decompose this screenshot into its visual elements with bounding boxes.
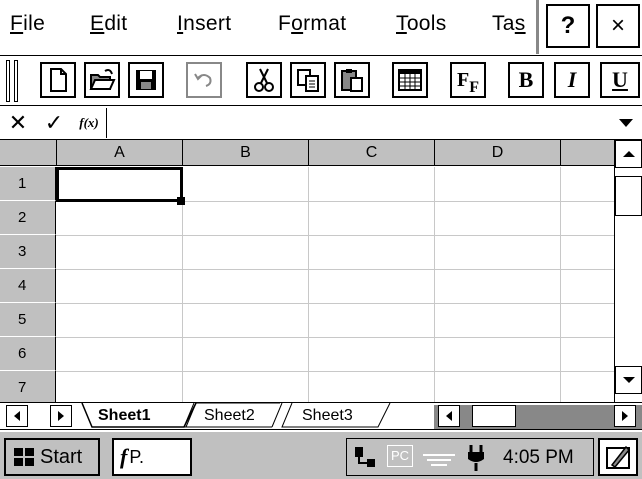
row-header-2[interactable]: 2 [0,201,56,235]
new-document-icon [50,68,67,92]
italic-button[interactable]: I [554,62,590,98]
column-header-b[interactable]: B [183,140,309,166]
open-folder-icon [89,69,116,90]
accept-entry-button[interactable]: ✓ [40,109,68,137]
row-header-4[interactable]: 4 [0,269,56,303]
clock[interactable]: 4:05 PM [503,447,574,469]
gridline [308,167,309,402]
active-cell-a1[interactable] [56,167,183,202]
open-button[interactable] [84,62,120,98]
column-header-c[interactable]: C [309,140,435,166]
scroll-down-button[interactable] [615,366,642,394]
column-header-d[interactable]: D [435,140,561,166]
stylus-pen-icon [606,445,631,469]
vertical-scrollbar[interactable] [614,140,642,402]
grid-table-icon [398,69,422,91]
gridline [560,167,561,402]
select-all-corner[interactable] [0,140,57,166]
sheet-tab-3[interactable]: Sheet3 [302,403,353,429]
format-cells-button[interactable] [392,62,428,98]
row-header-7[interactable]: 7 [0,371,56,402]
sheet-tab-1[interactable]: Sheet1 [98,403,150,429]
gridline [56,235,614,236]
scissors-icon [254,68,274,92]
power-plug-icon[interactable] [463,443,489,473]
row-header-5[interactable]: 5 [0,303,56,337]
gridline [434,167,435,402]
menu-format[interactable]: Format [278,12,346,36]
arrow-up-icon [622,151,635,157]
formula-bar: ✕ ✓ f(x) [0,106,642,140]
horizontal-scroll-thumb[interactable] [472,405,516,427]
undo-button[interactable] [186,62,222,98]
sheet-tab-2[interactable]: Sheet2 [204,403,255,429]
save-disk-icon [136,70,156,90]
arrow-left-icon [446,411,452,421]
cancel-entry-button[interactable]: ✕ [4,109,32,137]
horizontal-scrollbar[interactable] [434,405,642,429]
menu-insert[interactable]: Insert [177,12,231,36]
toolbar-grip[interactable] [14,60,18,102]
input-panel-button[interactable] [598,438,638,476]
pc-connect-icon[interactable]: PC [387,445,413,467]
font-icon: FF [457,68,479,96]
help-button[interactable]: ? [546,4,590,48]
network-icon[interactable] [353,445,379,471]
close-button[interactable]: × [596,4,640,48]
fill-handle[interactable] [177,197,185,205]
system-tray: PC 4:05 PM [346,438,594,476]
start-button[interactable]: Start [4,438,100,476]
insert-function-button[interactable]: f(x) [74,109,104,137]
copy-button[interactable] [290,62,326,98]
menu-separator [536,0,539,54]
arrow-down-icon [622,377,635,383]
vertical-scroll-thumb[interactable] [615,176,642,216]
cut-button[interactable] [246,62,282,98]
menu-bar: File Edit Insert Format Tools Tas ? × [0,0,642,56]
menu-edit[interactable]: Edit [90,12,127,36]
font-button[interactable]: FF [450,62,486,98]
bold-button[interactable]: B [508,62,544,98]
underline-button[interactable]: U [600,62,640,98]
menu-tools[interactable]: Tools [396,12,447,36]
gridline [56,337,614,338]
taskbar-app-button[interactable]: f P. [112,438,192,476]
paste-clipboard-icon [341,69,363,92]
gridline [56,371,614,372]
toolbar: FF B I U [0,56,642,106]
taskbar-app-label: P. [129,446,145,467]
undo-icon [194,73,212,87]
row-header-6[interactable]: 6 [0,337,56,371]
menu-file[interactable]: File [10,12,45,36]
save-button[interactable] [128,62,164,98]
sheet-tab-bar: Sheet1 Sheet2 Sheet3 [0,402,642,430]
start-label: Start [40,445,83,468]
scroll-left-button[interactable] [438,405,460,427]
formula-input[interactable] [106,108,612,138]
wireless-icon[interactable] [421,447,457,469]
scroll-up-button[interactable] [615,140,642,168]
new-button[interactable] [40,62,76,98]
arrow-right-icon [622,411,628,421]
formula-dropdown-button[interactable] [612,108,640,138]
windows-logo-icon [14,448,34,466]
spreadsheet-grid: A B C D 1 2 3 4 5 6 7 [0,140,614,402]
row-header-3[interactable]: 3 [0,235,56,269]
toolbar-grip[interactable] [6,60,10,102]
row-header-1[interactable]: 1 [0,167,56,201]
function-app-icon: f [120,444,128,469]
menu-tasks[interactable]: Tas [492,12,526,36]
copy-icon [297,69,319,92]
chevron-down-icon [619,119,633,127]
horizontal-scroll-track[interactable] [434,405,642,429]
gridline [56,303,614,304]
gridline [56,269,614,270]
column-header-e[interactable] [561,140,614,166]
scroll-right-button[interactable] [614,405,636,427]
column-header-a[interactable]: A [57,140,183,166]
taskbar: Start f P. PC 4:05 PM [0,430,642,479]
paste-button[interactable] [334,62,370,98]
